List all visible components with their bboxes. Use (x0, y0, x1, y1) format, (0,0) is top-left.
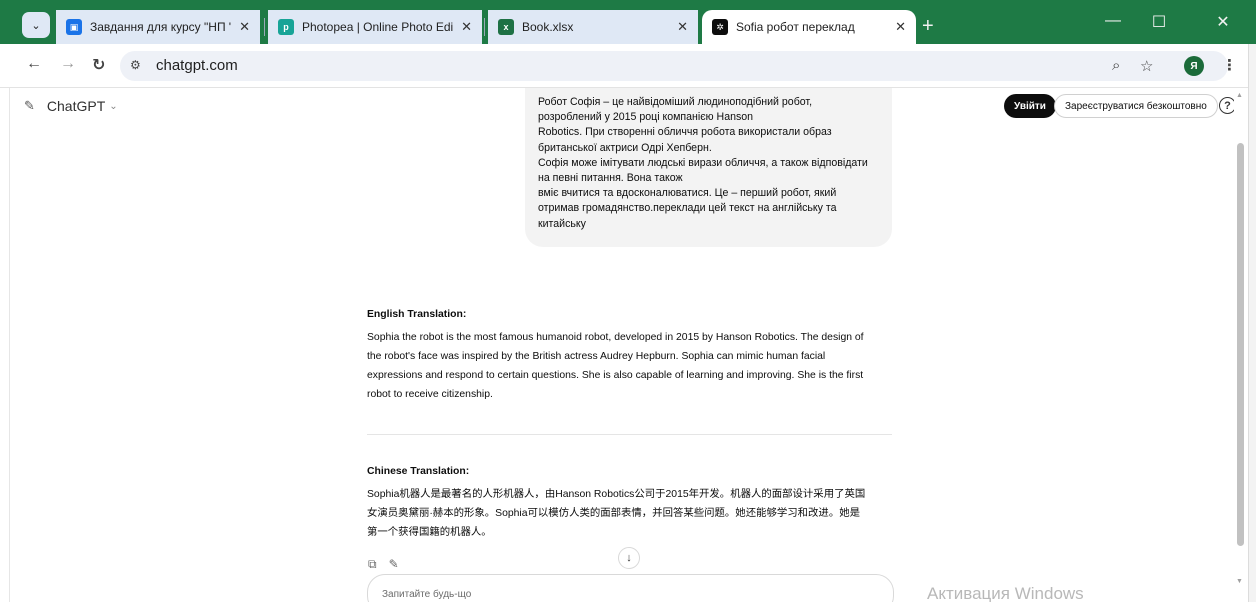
new-tab-button[interactable]: + (922, 15, 934, 38)
photopea-icon: p (278, 19, 294, 35)
prompt-input[interactable] (382, 589, 782, 600)
url-text[interactable]: chatgpt.com (156, 57, 238, 74)
english-line: the robot's face was inspired by the Bri… (367, 351, 826, 362)
maximize-icon[interactable]: ☐ (1136, 12, 1182, 32)
tab-photopea[interactable]: p Photopea | Online Photo Editor ✕ (268, 10, 482, 44)
forward-icon[interactable]: → (60, 55, 76, 73)
user-message-line: британської актриси Одрі Хепберн. (538, 141, 712, 154)
tab-separator (484, 18, 485, 36)
english-line: Sophia the robot is the most famous huma… (367, 332, 864, 343)
chinese-line: 女演员奥黛丽·赫本的形象。Sophia可以模仿人类的面部表情，并回答某些问题。她… (367, 508, 860, 519)
tab-book-xlsx[interactable]: x Book.xlsx ✕ (488, 10, 698, 44)
user-message-bubble: Робот Софія – це найвідоміший людиноподі… (525, 88, 892, 247)
close-icon[interactable]: ✕ (461, 19, 472, 35)
window-close-icon[interactable]: ✕ (1200, 12, 1246, 32)
zoom-icon[interactable]: ⌕ (1112, 57, 1120, 74)
scrollbar-thumb[interactable] (1237, 143, 1244, 546)
arrow-down-icon: ↓ (626, 552, 632, 564)
english-heading: English Translation: (367, 309, 467, 320)
close-icon[interactable]: ✕ (677, 19, 688, 35)
message-actions: ⧉ ✎ (368, 557, 399, 572)
user-message-line: Robotics. При створенні обличчя робота в… (538, 126, 832, 139)
english-line: robot to receive citizenship. (367, 389, 493, 400)
address-bar[interactable]: ⚙ chatgpt.com ⌕ ☆ (120, 51, 1228, 81)
model-selector[interactable]: ✎ ChatGPT ⌄ (24, 98, 118, 114)
scroll-down-arrow-icon[interactable]: ▼ (1236, 578, 1243, 585)
browser-menu-icon[interactable]: ⋮ (1222, 56, 1237, 74)
section-divider (367, 434, 892, 435)
tab-title: Завдання для курсу "НП "Циф (90, 20, 231, 34)
english-translation-section: English Translation: Sophia the robot is… (367, 309, 892, 404)
tab-title: Sofia робот переклад (736, 20, 855, 34)
copy-icon[interactable]: ⧉ (368, 557, 377, 572)
user-message-line: на певні питання. Вона також (538, 172, 683, 185)
user-message-line: китайську (538, 217, 586, 230)
login-button[interactable]: Увійти (1004, 94, 1056, 118)
bookmark-star-icon[interactable]: ☆ (1140, 57, 1153, 75)
user-message-line: вміє вчитися та вдосконалюватися. Це – п… (538, 187, 837, 200)
profile-avatar[interactable]: Я (1184, 56, 1204, 76)
chinese-line: 第一个获得国籍的机器人。 (367, 527, 492, 538)
tab-title: Photopea | Online Photo Editor (302, 20, 454, 34)
reload-icon[interactable]: ↻ (92, 55, 105, 75)
minimize-icon[interactable]: — (1090, 12, 1136, 30)
windows-activation-watermark: Активация Windows (927, 584, 1084, 602)
model-label[interactable]: ChatGPT (47, 98, 105, 114)
tab-search-button[interactable]: ⌄ (22, 12, 50, 38)
background-window-edge (1248, 44, 1256, 602)
tab-sofia-active[interactable]: ✲ Sofia робот переклад ✕ (702, 10, 916, 44)
chatgpt-icon: ✲ (712, 19, 728, 35)
tab-classroom[interactable]: ▣ Завдання для курсу "НП "Циф ✕ (56, 10, 260, 44)
close-icon[interactable]: ✕ (239, 19, 250, 35)
chinese-translation-section: Chinese Translation: Sophia机器人是最著名的人形机器人… (367, 466, 892, 542)
chinese-heading: Chinese Translation: (367, 466, 470, 477)
classroom-icon: ▣ (66, 19, 82, 35)
user-message-line: розроблений у 2015 році компанією Hanson (538, 111, 754, 124)
close-icon[interactable]: ✕ (895, 19, 906, 35)
page-left-edge (0, 88, 10, 602)
chevron-down-icon[interactable]: ⌄ (109, 101, 117, 112)
user-message-line: Робот Софія – це найвідоміший людиноподі… (538, 96, 813, 108)
signup-button[interactable]: Зареєструватися безкоштовно (1054, 94, 1218, 118)
excel-icon: x (498, 19, 514, 35)
english-line: expressions and respond to certain quest… (367, 370, 864, 381)
edit-icon[interactable]: ✎ (389, 557, 399, 572)
chinese-line: Sophia机器人是最著名的人形机器人，由Hanson Robotics公司于2… (367, 489, 866, 500)
back-icon[interactable]: ← (26, 55, 42, 73)
browser-toolbar: ← → ↻ ⚙ chatgpt.com ⌕ ☆ Я ⋮ (0, 44, 1256, 88)
tab-title: Book.xlsx (522, 20, 574, 34)
new-chat-icon[interactable]: ✎ (24, 98, 35, 114)
chevron-down-icon: ⌄ (31, 19, 41, 32)
user-message-line: Софія може імітувати людські вирази обли… (538, 156, 868, 169)
site-info-icon[interactable]: ⚙ (130, 58, 141, 72)
scroll-up-arrow-icon[interactable]: ▲ (1236, 92, 1243, 99)
tab-separator (264, 18, 265, 36)
scroll-down-button[interactable]: ↓ (618, 547, 640, 569)
user-message-line: отримав громадянство.переклади цей текст… (538, 202, 837, 215)
message-composer[interactable] (367, 574, 894, 602)
